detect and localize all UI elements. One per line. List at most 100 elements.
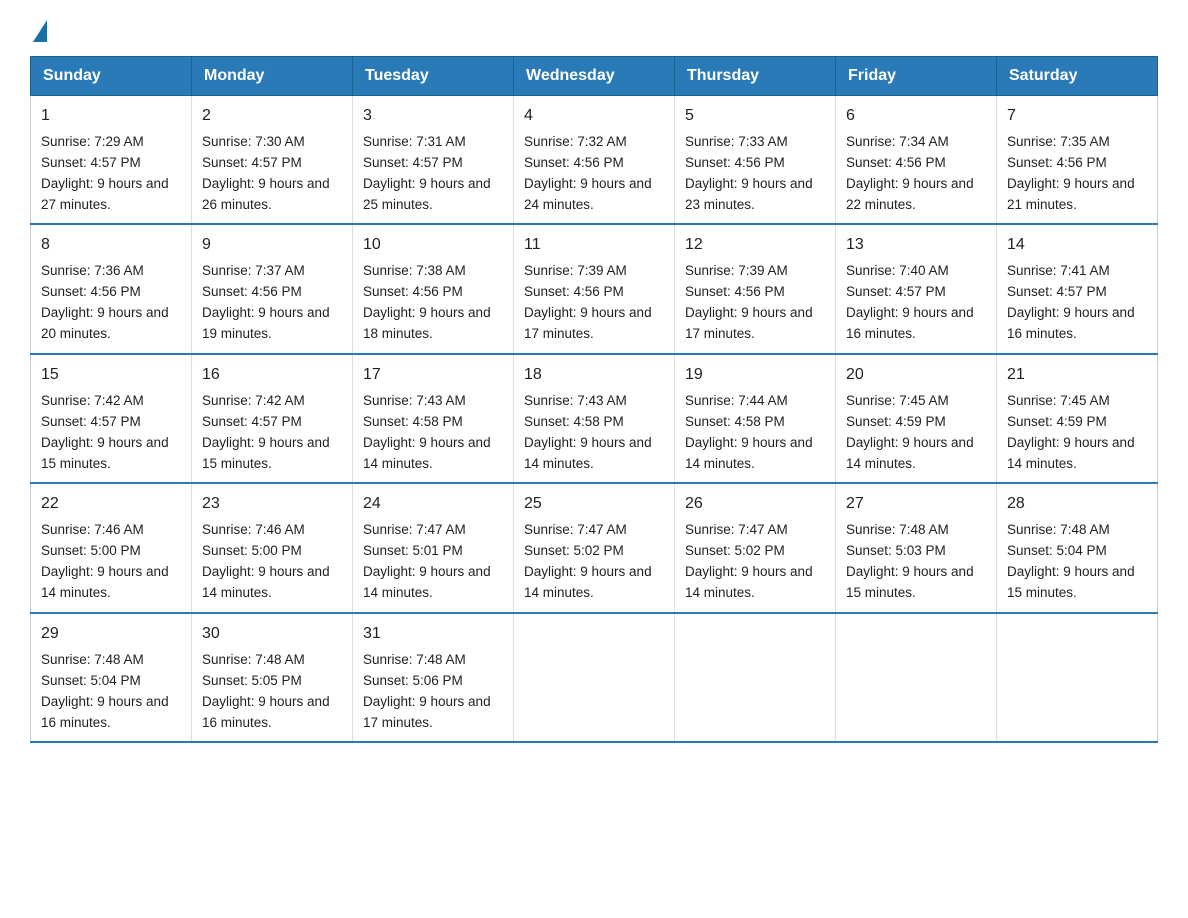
sunrise-text: Sunrise: 7:41 AM [1007, 263, 1110, 278]
sunrise-text: Sunrise: 7:36 AM [41, 263, 144, 278]
calendar-cell [675, 613, 836, 742]
sunrise-text: Sunrise: 7:47 AM [524, 522, 627, 537]
sunrise-text: Sunrise: 7:48 AM [1007, 522, 1110, 537]
sunrise-text: Sunrise: 7:39 AM [685, 263, 788, 278]
calendar-cell: 8 Sunrise: 7:36 AM Sunset: 4:56 PM Dayli… [31, 224, 192, 353]
calendar-table: SundayMondayTuesdayWednesdayThursdayFrid… [30, 56, 1158, 743]
calendar-cell: 28 Sunrise: 7:48 AM Sunset: 5:04 PM Dayl… [997, 483, 1158, 612]
calendar-cell: 20 Sunrise: 7:45 AM Sunset: 4:59 PM Dayl… [836, 354, 997, 483]
day-number: 25 [524, 492, 664, 517]
sunrise-text: Sunrise: 7:42 AM [202, 393, 305, 408]
calendar-cell: 30 Sunrise: 7:48 AM Sunset: 5:05 PM Dayl… [192, 613, 353, 742]
calendar-cell: 11 Sunrise: 7:39 AM Sunset: 4:56 PM Dayl… [514, 224, 675, 353]
sunset-text: Sunset: 4:56 PM [685, 155, 785, 170]
day-number: 4 [524, 104, 664, 129]
day-header-row: SundayMondayTuesdayWednesdayThursdayFrid… [31, 57, 1158, 96]
sunset-text: Sunset: 4:58 PM [685, 414, 785, 429]
calendar-cell: 2 Sunrise: 7:30 AM Sunset: 4:57 PM Dayli… [192, 96, 353, 225]
sunset-text: Sunset: 4:57 PM [363, 155, 463, 170]
sunrise-text: Sunrise: 7:45 AM [846, 393, 949, 408]
sunset-text: Sunset: 5:01 PM [363, 543, 463, 558]
calendar-week-row: 15 Sunrise: 7:42 AM Sunset: 4:57 PM Dayl… [31, 354, 1158, 483]
sunrise-text: Sunrise: 7:44 AM [685, 393, 788, 408]
sunset-text: Sunset: 4:58 PM [363, 414, 463, 429]
sunset-text: Sunset: 5:04 PM [1007, 543, 1107, 558]
day-number: 26 [685, 492, 825, 517]
sunset-text: Sunset: 4:56 PM [41, 284, 141, 299]
day-header-monday: Monday [192, 57, 353, 96]
sunset-text: Sunset: 5:05 PM [202, 673, 302, 688]
sunset-text: Sunset: 4:59 PM [1007, 414, 1107, 429]
sunrise-text: Sunrise: 7:48 AM [202, 652, 305, 667]
daylight-text: Daylight: 9 hours and 15 minutes. [41, 435, 169, 471]
day-number: 14 [1007, 233, 1147, 258]
calendar-cell: 3 Sunrise: 7:31 AM Sunset: 4:57 PM Dayli… [353, 96, 514, 225]
calendar-cell: 21 Sunrise: 7:45 AM Sunset: 4:59 PM Dayl… [997, 354, 1158, 483]
daylight-text: Daylight: 9 hours and 14 minutes. [41, 564, 169, 600]
day-header-sunday: Sunday [31, 57, 192, 96]
day-number: 1 [41, 104, 181, 129]
day-number: 20 [846, 363, 986, 388]
daylight-text: Daylight: 9 hours and 14 minutes. [524, 564, 652, 600]
calendar-cell: 10 Sunrise: 7:38 AM Sunset: 4:56 PM Dayl… [353, 224, 514, 353]
daylight-text: Daylight: 9 hours and 20 minutes. [41, 305, 169, 341]
sunrise-text: Sunrise: 7:45 AM [1007, 393, 1110, 408]
calendar-cell: 16 Sunrise: 7:42 AM Sunset: 4:57 PM Dayl… [192, 354, 353, 483]
sunset-text: Sunset: 4:58 PM [524, 414, 624, 429]
sunrise-text: Sunrise: 7:43 AM [524, 393, 627, 408]
day-number: 22 [41, 492, 181, 517]
sunrise-text: Sunrise: 7:48 AM [41, 652, 144, 667]
sunset-text: Sunset: 4:56 PM [846, 155, 946, 170]
day-number: 16 [202, 363, 342, 388]
day-number: 19 [685, 363, 825, 388]
calendar-cell: 29 Sunrise: 7:48 AM Sunset: 5:04 PM Dayl… [31, 613, 192, 742]
calendar-cell: 12 Sunrise: 7:39 AM Sunset: 4:56 PM Dayl… [675, 224, 836, 353]
calendar-cell: 27 Sunrise: 7:48 AM Sunset: 5:03 PM Dayl… [836, 483, 997, 612]
calendar-cell: 25 Sunrise: 7:47 AM Sunset: 5:02 PM Dayl… [514, 483, 675, 612]
daylight-text: Daylight: 9 hours and 14 minutes. [363, 435, 491, 471]
calendar-week-row: 8 Sunrise: 7:36 AM Sunset: 4:56 PM Dayli… [31, 224, 1158, 353]
calendar-cell: 9 Sunrise: 7:37 AM Sunset: 4:56 PM Dayli… [192, 224, 353, 353]
sunset-text: Sunset: 5:06 PM [363, 673, 463, 688]
sunrise-text: Sunrise: 7:46 AM [41, 522, 144, 537]
day-number: 7 [1007, 104, 1147, 129]
daylight-text: Daylight: 9 hours and 15 minutes. [1007, 564, 1135, 600]
sunrise-text: Sunrise: 7:33 AM [685, 134, 788, 149]
sunset-text: Sunset: 4:56 PM [524, 155, 624, 170]
daylight-text: Daylight: 9 hours and 18 minutes. [363, 305, 491, 341]
day-number: 2 [202, 104, 342, 129]
day-header-wednesday: Wednesday [514, 57, 675, 96]
daylight-text: Daylight: 9 hours and 16 minutes. [1007, 305, 1135, 341]
calendar-cell: 19 Sunrise: 7:44 AM Sunset: 4:58 PM Dayl… [675, 354, 836, 483]
daylight-text: Daylight: 9 hours and 14 minutes. [363, 564, 491, 600]
sunset-text: Sunset: 4:57 PM [1007, 284, 1107, 299]
daylight-text: Daylight: 9 hours and 17 minutes. [524, 305, 652, 341]
calendar-week-row: 29 Sunrise: 7:48 AM Sunset: 5:04 PM Dayl… [31, 613, 1158, 742]
daylight-text: Daylight: 9 hours and 19 minutes. [202, 305, 330, 341]
daylight-text: Daylight: 9 hours and 17 minutes. [685, 305, 813, 341]
sunset-text: Sunset: 4:57 PM [202, 414, 302, 429]
daylight-text: Daylight: 9 hours and 26 minutes. [202, 176, 330, 212]
calendar-body: 1 Sunrise: 7:29 AM Sunset: 4:57 PM Dayli… [31, 96, 1158, 743]
daylight-text: Daylight: 9 hours and 15 minutes. [846, 564, 974, 600]
sunset-text: Sunset: 4:57 PM [202, 155, 302, 170]
day-number: 23 [202, 492, 342, 517]
day-number: 9 [202, 233, 342, 258]
daylight-text: Daylight: 9 hours and 14 minutes. [1007, 435, 1135, 471]
calendar-cell: 13 Sunrise: 7:40 AM Sunset: 4:57 PM Dayl… [836, 224, 997, 353]
calendar-cell: 24 Sunrise: 7:47 AM Sunset: 5:01 PM Dayl… [353, 483, 514, 612]
day-number: 8 [41, 233, 181, 258]
daylight-text: Daylight: 9 hours and 17 minutes. [363, 694, 491, 730]
daylight-text: Daylight: 9 hours and 24 minutes. [524, 176, 652, 212]
page-header [30, 20, 1158, 38]
day-number: 3 [363, 104, 503, 129]
sunrise-text: Sunrise: 7:42 AM [41, 393, 144, 408]
sunrise-text: Sunrise: 7:46 AM [202, 522, 305, 537]
logo [30, 20, 49, 38]
calendar-cell: 14 Sunrise: 7:41 AM Sunset: 4:57 PM Dayl… [997, 224, 1158, 353]
daylight-text: Daylight: 9 hours and 14 minutes. [524, 435, 652, 471]
daylight-text: Daylight: 9 hours and 15 minutes. [202, 435, 330, 471]
calendar-cell: 1 Sunrise: 7:29 AM Sunset: 4:57 PM Dayli… [31, 96, 192, 225]
sunrise-text: Sunrise: 7:38 AM [363, 263, 466, 278]
calendar-header: SundayMondayTuesdayWednesdayThursdayFrid… [31, 57, 1158, 96]
